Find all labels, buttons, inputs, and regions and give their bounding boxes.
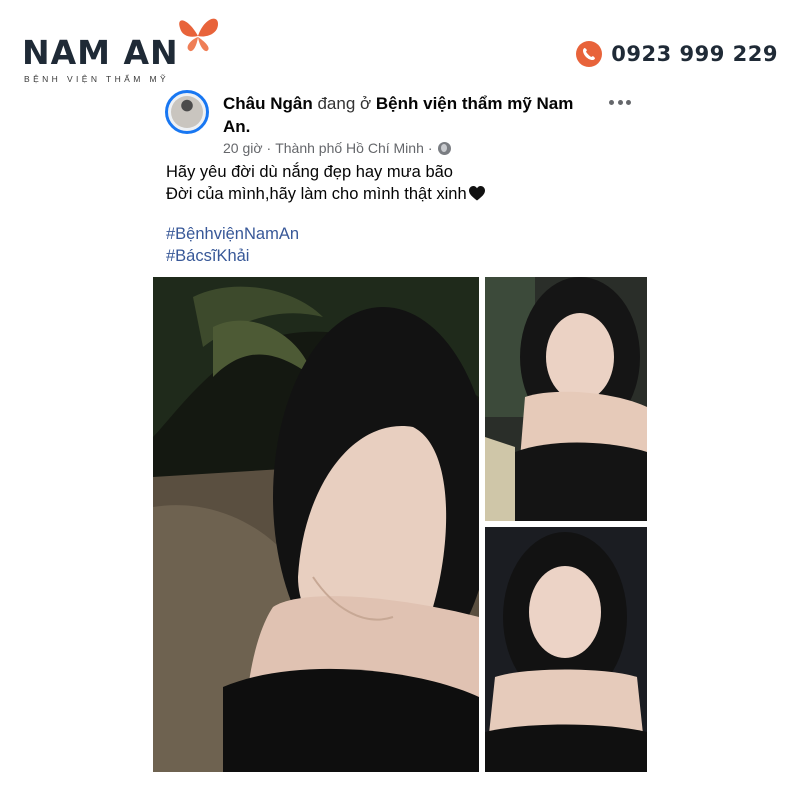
brand-logo: NAM AN BỆNH VIỆN THẨM MỸ (22, 14, 232, 84)
hashtag-link[interactable]: #BệnhviệnNamAn (166, 223, 299, 245)
hashtag-link[interactable]: #BácsĩKhải (166, 245, 299, 267)
post-meta: 20 giờ · Thành phố Hồ Chí Minh · (223, 140, 451, 156)
phone-icon (576, 41, 603, 67)
butterfly-icon (179, 18, 218, 52)
post-text-line: Đời của mình,hãy làm cho mình thật xinh (166, 183, 626, 205)
post-header: Châu Ngân đang ở Bệnh viện thẩm mỹ Nam A… (165, 90, 645, 160)
author-name[interactable]: Châu Ngân (223, 94, 313, 113)
post-photo-3[interactable] (485, 527, 647, 772)
hashtags: #BệnhviệnNamAn #BácsĩKhải (166, 223, 299, 267)
post-place[interactable]: Thành phố Hồ Chí Minh (275, 140, 424, 156)
checkin-text: đang ở (317, 94, 372, 113)
post-photo-main[interactable] (153, 277, 479, 772)
black-heart-icon (468, 186, 485, 201)
post-photo-2[interactable] (485, 277, 647, 521)
post-author-line: Châu Ngân đang ở Bệnh viện thẩm mỹ Nam A… (223, 92, 603, 138)
avatar[interactable] (165, 90, 209, 134)
post-time[interactable]: 20 giờ (223, 140, 263, 156)
meta-separator: · (266, 140, 272, 156)
post-text: Hãy yêu đời dù nắng đẹp hay mưa bão Đời … (166, 161, 626, 205)
phone-number: 0923 999 229 (611, 42, 778, 66)
brand-subtitle: BỆNH VIỆN THẨM MỸ (24, 74, 170, 84)
post-text-line: Hãy yêu đời dù nắng đẹp hay mưa bão (166, 163, 453, 181)
globe-icon (437, 141, 451, 155)
hotline[interactable]: 0923 999 229 (576, 38, 778, 70)
meta-separator: · (427, 140, 433, 156)
more-options-icon[interactable] (609, 96, 631, 108)
brand-name: NAM AN (22, 33, 179, 72)
